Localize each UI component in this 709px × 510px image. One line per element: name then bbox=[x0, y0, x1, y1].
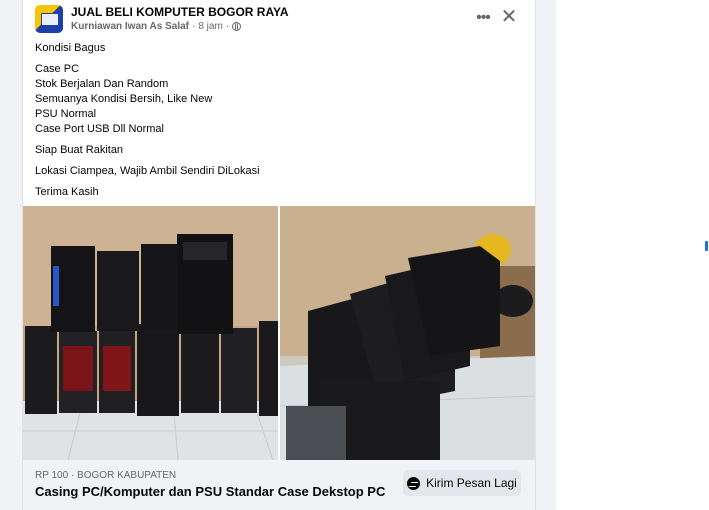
send-message-again-label: Kirim Pesan Lagi bbox=[426, 476, 517, 490]
post-text-line: Stok Berjalan Dan Random bbox=[35, 78, 169, 90]
group-avatar[interactable] bbox=[35, 5, 63, 33]
listing-footer: RP 100 · BOGOR KABUPATEN Casing PC/Kompu… bbox=[23, 460, 535, 510]
more-options-button[interactable]: ••• bbox=[471, 6, 495, 30]
photo-gallery bbox=[23, 206, 535, 460]
close-icon: ✕ bbox=[500, 6, 518, 28]
post-time[interactable]: 8 jam bbox=[198, 21, 222, 32]
listing-photo-2[interactable] bbox=[280, 206, 535, 460]
post-meta: Kurniawan Iwan As Salaf · 8 jam · bbox=[71, 21, 242, 32]
feed-left-margin bbox=[0, 0, 22, 510]
post-text: Kondisi Bagus Case PC Stok Berjalan Dan … bbox=[35, 41, 515, 206]
post-text-block: Case PC Stok Berjalan Dan Random Semuany… bbox=[35, 62, 515, 137]
meta-separator: · bbox=[192, 21, 196, 32]
scroll-indicator[interactable] bbox=[705, 241, 708, 251]
post-text-line: Siap Buat Rakitan bbox=[35, 144, 124, 156]
monitor-stand-icon bbox=[46, 25, 52, 28]
messenger-icon bbox=[407, 476, 421, 490]
post-text-line: Case Port USB Dll Normal bbox=[35, 123, 164, 135]
price-location: RP 100 · BOGOR KABUPATEN bbox=[35, 470, 177, 481]
listing-photo-1[interactable] bbox=[23, 206, 278, 460]
post-text-line: Semuanya Kondisi Bersih, Like New bbox=[35, 93, 213, 105]
send-message-again-button[interactable]: Kirim Pesan Lagi bbox=[403, 470, 521, 496]
post-text-line: Case PC bbox=[35, 63, 80, 75]
post-text-line: Terima Kasih bbox=[35, 186, 99, 198]
post-header: JUAL BELI KOMPUTER BOGOR RAYA Kurniawan … bbox=[23, 0, 535, 40]
listing-title[interactable]: Casing PC/Komputer dan PSU Standar Case … bbox=[35, 484, 385, 499]
close-button[interactable]: ✕ bbox=[497, 5, 521, 29]
post-text-line: Lokasi Ciampea, Wajib Ambil Sendiri DiLo… bbox=[35, 165, 260, 177]
public-globe-icon bbox=[232, 22, 242, 31]
group-name-link[interactable]: JUAL BELI KOMPUTER BOGOR RAYA bbox=[71, 5, 289, 19]
right-panel bbox=[556, 0, 709, 510]
post-text-line: Kondisi Bagus bbox=[35, 42, 106, 54]
meta-separator-2: · bbox=[225, 21, 230, 32]
marketplace-post-card: JUAL BELI KOMPUTER BOGOR RAYA Kurniawan … bbox=[22, 0, 536, 510]
post-text-line: PSU Normal bbox=[35, 108, 97, 120]
author-link[interactable]: Kurniawan Iwan As Salaf bbox=[71, 21, 189, 32]
